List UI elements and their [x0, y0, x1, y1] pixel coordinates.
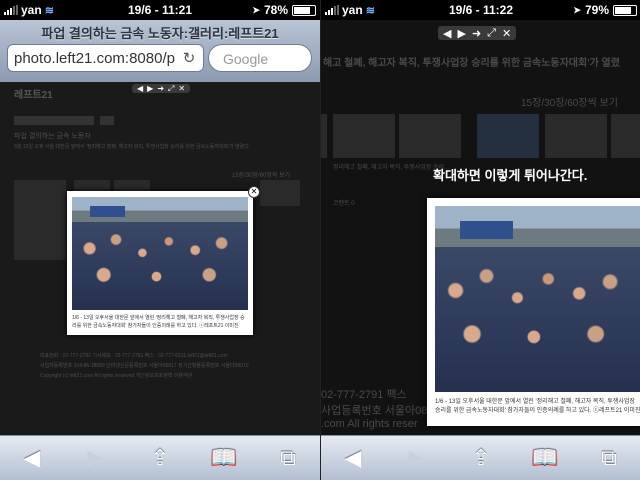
gallery-thumb — [477, 114, 539, 158]
url-text: photo.left21.com:8080/p — [14, 50, 175, 67]
bookmarks-button[interactable]: 📖 — [525, 443, 565, 473]
photo-caption: 1/6 - 13일 오후서울 대한문 앞에서 열린 '정리해고 철폐, 해고자 … — [435, 399, 640, 414]
share-button[interactable]: ⇪ — [140, 443, 180, 473]
footer-line: 사업자등록번호 104-86-18689 인터넷신문등록번호 서울아00817 … — [40, 363, 249, 369]
share-button[interactable]: ⇪ — [461, 443, 501, 473]
footer-line: .com All rights reser — [321, 418, 418, 430]
photo-popup: 1/6 - 13일 오후서울 대한문 앞에서 열린 '정리해고 철폐, 해고자 … — [67, 191, 253, 335]
safari-toolbar: ◀ ▶ ⇪ 📖 ⧉ — [0, 435, 320, 480]
next-icon[interactable]: ➜ — [472, 27, 481, 40]
search-box — [14, 116, 94, 125]
footer-line: Copyright (c) left21.com All rights rese… — [40, 373, 193, 379]
article-headline: 해고 철폐, 해고자 복직, 투쟁사업장 승리를 위한 금속노동자대회'가 열렸 — [323, 58, 620, 69]
back-button[interactable]: ◀ — [12, 443, 52, 473]
pager: 15장/30장/60장씩 보기 — [232, 173, 291, 179]
status-bar: yan ≋ 19/6 - 11:22 ➤ 79% — [321, 0, 640, 20]
popup-close-icon[interactable]: ✕ — [248, 186, 260, 198]
fullscreen-icon[interactable]: ⤢ — [168, 84, 174, 94]
page-title: 파업 결의하는 금속 노동자:갤러리:레프트21 — [41, 26, 279, 41]
location-icon: ➤ — [573, 4, 581, 15]
site-logo: 레프트21 — [14, 90, 53, 101]
photo[interactable] — [72, 197, 248, 310]
zoomed-photo[interactable] — [435, 206, 640, 392]
gallery-desc: 6월 13일 오후 서울 대한문 앞에서 '정리해고 철폐, 해고자 복직, 투… — [14, 144, 251, 150]
gallery-thumb — [545, 114, 607, 158]
fullscreen-icon[interactable]: ⤢ — [487, 27, 496, 40]
search-field[interactable]: Google — [208, 44, 312, 72]
battery-percent: 79% — [584, 3, 609, 17]
forward-button[interactable]: ▶ — [397, 443, 437, 473]
url-field[interactable]: photo.left21.com:8080/p ↻ — [7, 44, 204, 72]
battery-icon — [292, 4, 316, 16]
gallery-heading: 파업 결의하는 금속 노동자 — [14, 133, 91, 140]
slideshow-controls: ◀ ▶ ➜ ⤢ ✕ — [132, 84, 191, 94]
gallery-thumb — [260, 180, 300, 206]
tabs-button[interactable]: ⧉ — [268, 443, 308, 473]
footer-line: 02-777-2791 팩스 — [321, 389, 407, 401]
gallery-thumb — [611, 114, 640, 158]
close-icon[interactable]: ✕ — [502, 27, 511, 40]
gallery-thumb — [333, 114, 395, 158]
slideshow-controls: ◀ ▶ ➜ ⤢ ✕ — [438, 26, 517, 40]
bookmarks-button[interactable]: 📖 — [204, 443, 244, 473]
photo-caption: 1/6 - 13일 오후서울 대한문 앞에서 열린 '정리해고 철폐, 해고자 … — [72, 315, 245, 329]
battery-percent: 78% — [263, 3, 288, 17]
right-phone-screen: yan ≋ 19/6 - 11:22 ➤ 79% 해고 철폐, 해고자 복직, … — [320, 0, 640, 480]
pager: 15장/30장/60장씩 보기 — [521, 98, 618, 109]
safari-toolbar: ◀ ▶ ⇪ 📖 ⧉ — [321, 435, 640, 480]
safari-header: 파업 결의하는 금속 노동자:갤러리:레프트21 photo.left21.co… — [0, 20, 320, 82]
status-bar: yan ≋ 19/6 - 11:21 ➤ 78% — [0, 0, 320, 20]
close-icon[interactable]: ✕ — [178, 84, 185, 93]
annotation-label: 확대하면 이렇게 튀어나간다. — [433, 168, 588, 183]
sidebar-list — [14, 180, 66, 260]
next-icon[interactable]: ➜ — [157, 84, 164, 93]
reload-icon[interactable]: ↻ — [179, 49, 199, 69]
location-icon: ➤ — [252, 4, 260, 15]
prev-icon[interactable]: ◀ — [137, 84, 143, 93]
footer-line: 사업등록번호 서울아0817 — [321, 405, 440, 417]
zoomed-photo-popup: 1/6 - 13일 오후서울 대한문 앞에서 열린 '정리해고 철폐, 해고자 … — [427, 198, 640, 426]
tabs-button[interactable]: ⧉ — [589, 443, 629, 473]
play-icon[interactable]: ▶ — [457, 27, 465, 40]
gallery-thumb — [321, 114, 327, 158]
prev-icon[interactable]: ◀ — [443, 27, 451, 40]
comment-count: 코멘트 0 — [333, 201, 355, 207]
play-icon[interactable]: ▶ — [147, 84, 153, 93]
back-button[interactable]: ◀ — [333, 443, 373, 473]
left-phone-screen: yan ≋ 19/6 - 11:21 ➤ 78% 파업 결의하는 금속 노동자:… — [0, 0, 320, 480]
search-button — [100, 116, 114, 125]
forward-button[interactable]: ▶ — [76, 443, 116, 473]
battery-icon — [613, 4, 637, 16]
footer-line: 대표전화 : 02-777-2792 기사제보 : 02-777-2791 팩스… — [40, 353, 228, 359]
gallery-thumb — [399, 114, 461, 158]
